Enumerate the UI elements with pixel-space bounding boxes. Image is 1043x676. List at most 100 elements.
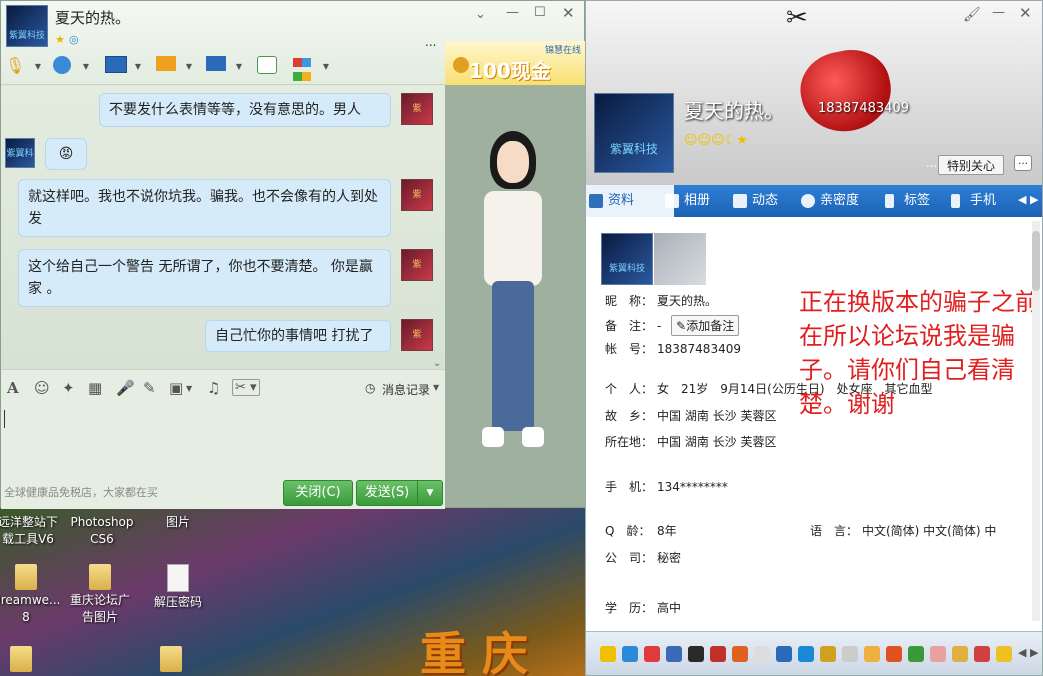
my-avatar[interactable]: 紫 (401, 319, 433, 351)
desktop-icon-pictures[interactable]: 图片 (138, 514, 218, 531)
desktop-icon-downloader[interactable]: 远洋整站下 载工具V6 (0, 514, 68, 548)
video-clip-icon[interactable]: ▦ (88, 379, 102, 397)
mail-icon[interactable] (842, 646, 858, 662)
close-window-button[interactable]: ✕ (1019, 4, 1032, 22)
tab-label: 资料 (608, 193, 635, 208)
profile-avatar[interactable]: 紫翼科技 (594, 93, 674, 173)
field-value: 中国 湖南 长沙 芙蓉区 (657, 435, 777, 449)
field-value: 134******** (657, 480, 728, 494)
contact-avatar-small[interactable]: 紫翼科技 (5, 138, 35, 168)
folder-icon[interactable] (160, 646, 182, 672)
settings-chevron-icon[interactable]: ⌄ (475, 7, 486, 22)
edit-icon[interactable]: ✎ (143, 379, 156, 397)
circle-g-icon[interactable] (886, 646, 902, 662)
qzone-icon[interactable] (622, 646, 638, 662)
field-label: 学 历： (605, 601, 654, 615)
profile-scrollbar[interactable] (1032, 221, 1040, 621)
scissors-icon: ✂ (786, 3, 808, 33)
my-avatar[interactable]: 紫 (401, 179, 433, 211)
baby-icon[interactable] (930, 646, 946, 662)
side-ad-banner[interactable]: 锦慧在线 100现金 (445, 41, 585, 85)
screen-share-icon[interactable]: ▼ (105, 56, 141, 78)
add-conversation-icon[interactable] (257, 56, 283, 78)
message-record-link[interactable]: 消息记录 (382, 381, 430, 398)
image-icon[interactable]: ▣ (169, 379, 183, 397)
desktop-icon-unzip-password[interactable]: 解压密码 (138, 564, 218, 611)
toolbar-scroll-arrows[interactable]: ◀ ▶ (1018, 646, 1038, 659)
close-button[interactable]: 关闭(C) (283, 480, 353, 506)
field-label: 语 言： (810, 524, 859, 538)
contact-name[interactable]: 夏天的热。 (55, 7, 130, 28)
magic-wand-icon[interactable]: ✦ (62, 379, 75, 397)
minimize-button[interactable]: — (506, 5, 519, 20)
desktop-icon-photoshop[interactable]: Photoshop CS6 (62, 514, 142, 548)
warning-notice-text: 正在换版本的骗子之前在所以论坛说我是骗子。请你们自己看清楚。谢谢 (799, 288, 1039, 418)
tab-label: 标签 (904, 193, 931, 208)
profile-photo-thumbnail[interactable]: 紫翼科技 (601, 233, 653, 285)
contact-avatar[interactable]: 紫翼科技 (6, 5, 48, 47)
voice-call-icon[interactable]: 🎙 ▼ (5, 56, 41, 78)
apps-grid-icon[interactable]: ▼ (293, 56, 329, 81)
tabs-scroll-arrows[interactable]: ◀ ▶ (1018, 193, 1038, 206)
trophy-icon[interactable] (820, 646, 836, 662)
level-icons[interactable]: ☺☺☺☾★ (684, 133, 748, 148)
star-icon[interactable] (600, 646, 616, 662)
chevron-down-icon[interactable]: ▼ (433, 383, 439, 392)
avatar-show-panel: 锦慧在线 100现金 (445, 41, 585, 507)
my-avatar[interactable]: 紫 (401, 249, 433, 281)
maximize-button[interactable]: ☐ (534, 5, 546, 20)
chat-bubble-icon[interactable]: … (1014, 155, 1032, 171)
emoji-icon[interactable]: ☺ (34, 379, 50, 397)
pet-icon[interactable] (754, 646, 770, 662)
my-avatar[interactable]: 紫 (401, 93, 433, 125)
desktop-icon-label: 图片 (165, 515, 190, 529)
qq-show-character[interactable] (470, 131, 560, 461)
send-button[interactable]: 发送(S) (356, 480, 418, 506)
clover-icon[interactable] (908, 646, 924, 662)
minimize-button[interactable]: — (992, 5, 1005, 20)
tab-info[interactable]: 资料 (586, 185, 674, 217)
voice-message-icon[interactable]: 🎤 (116, 379, 135, 397)
desktop-icon-chongqing-ads[interactable]: 重庆论坛广 告图片 (60, 564, 140, 626)
game-icon[interactable] (732, 646, 748, 662)
folder-icon[interactable] (10, 646, 32, 672)
fighter-icon[interactable] (974, 646, 990, 662)
close-window-button[interactable]: ✕ (562, 4, 575, 22)
qzone-icon[interactable]: ◎ (69, 33, 79, 46)
more-dots-icon[interactable]: ... (425, 35, 436, 49)
message-bubble: 这个给自己一个警告 无所谓了，你也不要清楚。 你是赢家 。 (18, 249, 391, 307)
collapse-chevron-icon[interactable]: ⌄ (433, 358, 441, 369)
profile-photo-thumbnail-2[interactable] (654, 233, 706, 285)
shield-icon[interactable] (776, 646, 792, 662)
video-call-icon[interactable]: ▼ (53, 56, 89, 78)
send-file-icon[interactable]: ▼ (156, 56, 192, 78)
text-file-icon (167, 564, 189, 592)
button-label: 添加备注 (686, 319, 735, 333)
music-icon[interactable]: ♫ (207, 379, 220, 397)
chevron-down-icon[interactable]: ▼ (186, 384, 192, 393)
avatar-icon[interactable] (864, 646, 880, 662)
font-icon[interactable]: A (7, 379, 19, 397)
field-label: 个 人： (605, 382, 654, 396)
message-input[interactable] (4, 402, 442, 472)
education-row: 学 历： 高中 (605, 599, 681, 616)
remote-desktop-icon[interactable]: ▼ (206, 56, 242, 78)
skin-brush-icon[interactable]: 🖌 (963, 7, 981, 23)
photo-icon[interactable] (666, 646, 682, 662)
account-row: 帐 号： 18387483409 (605, 340, 741, 357)
coin-icon[interactable] (996, 646, 1012, 662)
more-dots-icon[interactable]: ... (926, 156, 937, 170)
character-icon[interactable] (952, 646, 968, 662)
add-remark-button[interactable]: ✎添加备注 (671, 315, 740, 336)
ad-text-link[interactable]: 全球健康品免税店，大家都在买 (4, 484, 158, 500)
app-icon[interactable] (644, 646, 660, 662)
music-icon[interactable] (688, 646, 704, 662)
message-list[interactable]: 不要发什么表情等等，没有意思的。男人 紫 紫翼科技 😡 就这样吧。我也不说你坑我… (1, 86, 445, 369)
desktop-icon-dreamweaver[interactable]: Dreamwe... 8 (0, 564, 66, 626)
special-care-button[interactable]: 特别关心 (938, 155, 1004, 175)
gift-icon[interactable] (710, 646, 726, 662)
screenshot-scissors-icon[interactable]: ✂ ▾ (232, 379, 260, 396)
scrollbar-thumb[interactable] (1032, 231, 1040, 291)
paipai-icon[interactable] (798, 646, 814, 662)
send-options-chevron-icon[interactable]: ▼ (417, 480, 443, 506)
